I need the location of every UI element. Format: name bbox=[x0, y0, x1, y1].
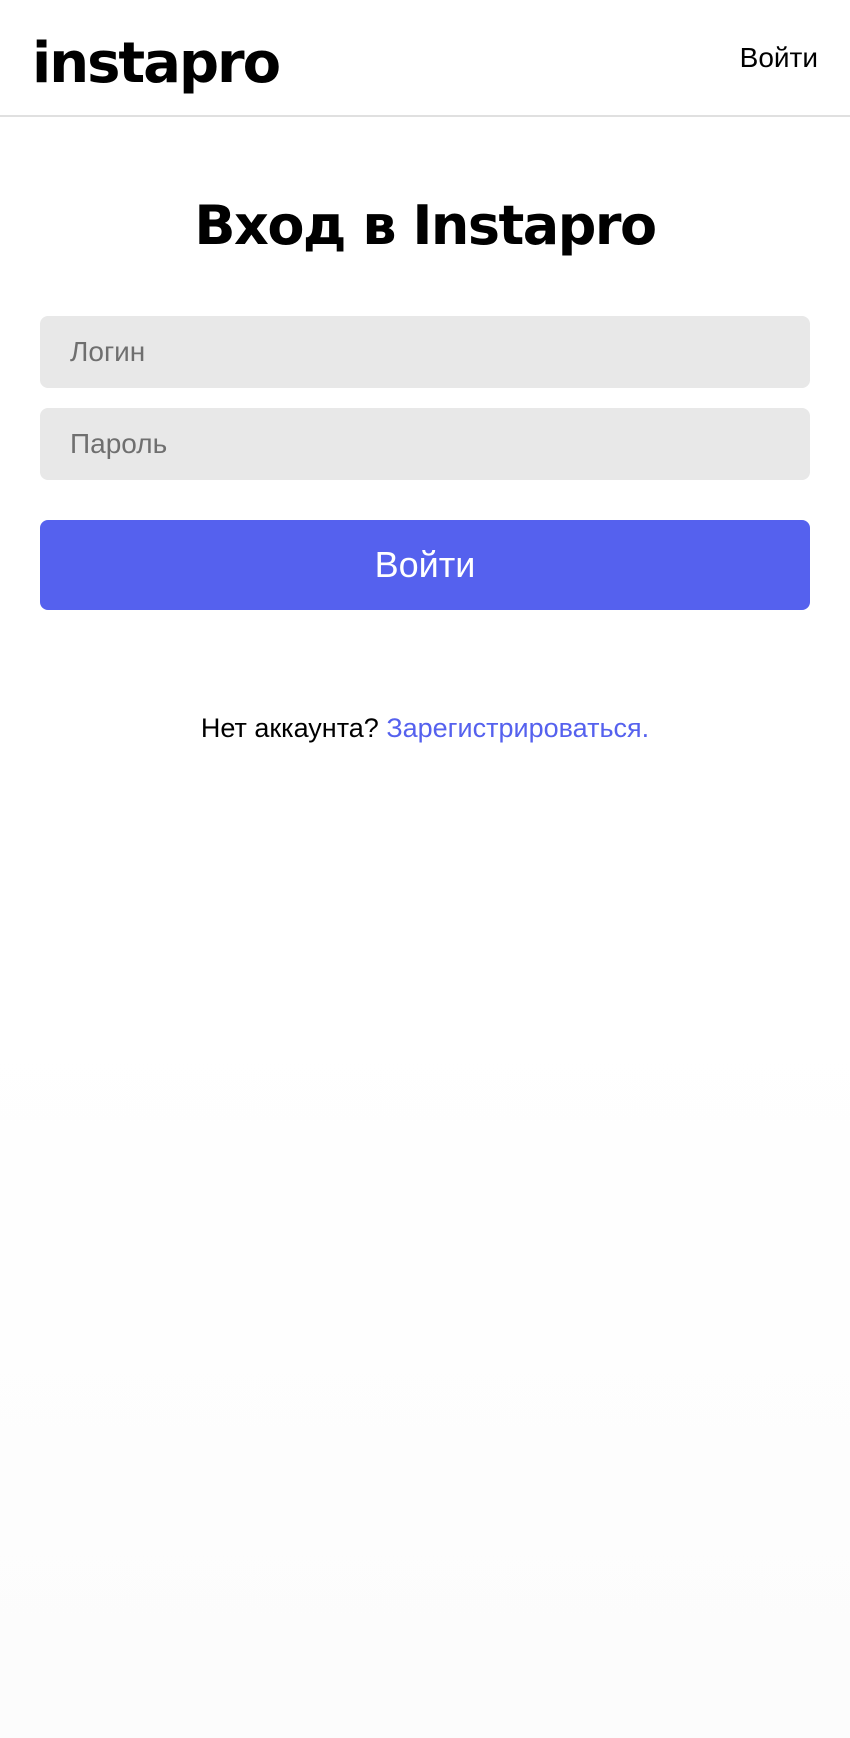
register-link[interactable]: Зарегистрироваться. bbox=[386, 713, 649, 743]
login-input[interactable] bbox=[40, 316, 810, 388]
app-logo[interactable]: instapro bbox=[32, 24, 281, 104]
login-page: instapro Войти Вход в Instapro Войти Нет… bbox=[0, 0, 850, 1738]
no-account-text: Нет аккаунта? bbox=[200, 713, 379, 743]
login-submit-button[interactable]: Войти bbox=[40, 520, 810, 610]
app-header: instapro Войти bbox=[0, 0, 850, 117]
password-input[interactable] bbox=[40, 408, 810, 480]
page-title: Вход в Instapro bbox=[194, 194, 657, 257]
header-login-link[interactable]: Войти bbox=[740, 40, 818, 76]
signup-prompt: Нет аккаунта? Зарегистрироваться. bbox=[0, 710, 850, 746]
